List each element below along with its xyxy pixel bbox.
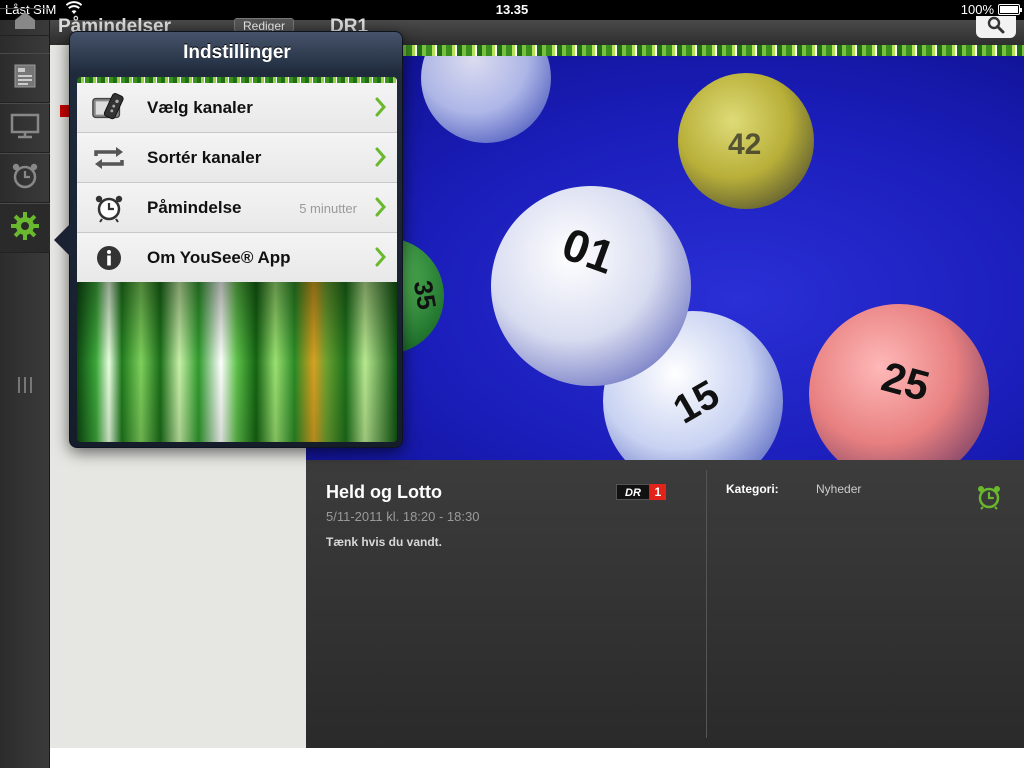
search-button[interactable] bbox=[976, 16, 1016, 38]
sidebar-item-reminders[interactable] bbox=[0, 153, 50, 203]
menu-item-choose-channels[interactable]: Vælg kanaler bbox=[77, 83, 397, 133]
sidebar-item-settings[interactable] bbox=[0, 203, 50, 253]
menu-item-label: Sortér kanaler bbox=[147, 148, 262, 167]
sidebar-item-tv[interactable] bbox=[0, 103, 50, 153]
menu-item-sort-channels[interactable]: Sortér kanaler bbox=[77, 133, 397, 183]
chevron-right-icon bbox=[375, 197, 387, 222]
clock: 13.35 bbox=[495, 2, 529, 17]
sidebar-item-home[interactable] bbox=[0, 8, 50, 36]
drag-handle-icon[interactable] bbox=[16, 376, 34, 399]
battery-icon bbox=[998, 4, 1022, 15]
program-description: Tænk hvis du vandt. bbox=[326, 535, 443, 549]
tv-remote-icon bbox=[91, 91, 127, 125]
set-reminder-button[interactable] bbox=[976, 484, 1002, 515]
program-details: Held og Lotto 5/11-2011 kl. 18:20 - 18:3… bbox=[306, 460, 1024, 748]
settings-popover: Indstillinger Vælg kanaler Sortér kanale… bbox=[54, 31, 403, 448]
menu-item-about[interactable]: Om YouSee® App bbox=[77, 233, 397, 283]
decorative-stripe bbox=[306, 45, 1024, 56]
chevron-right-icon bbox=[375, 147, 387, 172]
channel-logo-number: 1 bbox=[649, 484, 666, 500]
lotto-ball bbox=[491, 186, 691, 386]
chevron-right-icon bbox=[375, 97, 387, 122]
sidebar bbox=[0, 8, 50, 768]
popover-arrow bbox=[54, 224, 70, 256]
settings-menu: Vælg kanaler Sortér kanaler Påmindelse 5… bbox=[77, 83, 397, 283]
menu-item-label: Vælg kanaler bbox=[147, 98, 253, 117]
ball-number: 35 bbox=[408, 278, 443, 312]
category-label: Kategori: bbox=[726, 482, 779, 496]
edit-button[interactable]: Rediger bbox=[234, 18, 295, 33]
sidebar-item-tv-guide[interactable] bbox=[0, 53, 50, 103]
chevron-right-icon bbox=[375, 247, 387, 272]
divider bbox=[706, 470, 707, 738]
sort-arrows-icon bbox=[91, 141, 127, 175]
program-title: Held og Lotto bbox=[326, 482, 442, 502]
popover-title: Indstillinger bbox=[183, 42, 291, 63]
channel-logo-text: DR bbox=[616, 484, 650, 500]
info-icon bbox=[91, 241, 127, 275]
search-icon bbox=[987, 16, 1005, 39]
home-icon bbox=[12, 11, 38, 34]
category-value: Nyheder bbox=[816, 482, 862, 496]
menu-item-value: 5 minutter bbox=[299, 201, 357, 216]
alarm-clock-icon bbox=[91, 191, 127, 225]
alarm-clock-icon bbox=[976, 486, 1002, 514]
monitor-icon bbox=[10, 113, 40, 144]
alarm-clock-icon bbox=[11, 162, 39, 195]
gear-icon bbox=[10, 211, 40, 246]
ball-number: 42 bbox=[728, 128, 761, 161]
decorative-background bbox=[77, 282, 397, 442]
popover-content: Vælg kanaler Sortér kanaler Påmindelse 5… bbox=[77, 77, 397, 442]
bottom-strip bbox=[50, 748, 1024, 768]
program-image: 42 35 15 25 01 bbox=[306, 56, 1024, 460]
menu-item-label: Påmindelse bbox=[147, 198, 242, 217]
program-time: 5/11-2011 kl. 18:20 - 18:30 bbox=[326, 509, 480, 524]
lotto-ball bbox=[421, 56, 551, 143]
menu-item-label: Om YouSee® App bbox=[147, 248, 291, 267]
tv-guide-icon bbox=[13, 63, 37, 94]
channel-logo: DR 1 bbox=[616, 484, 666, 500]
menu-item-reminder[interactable]: Påmindelse 5 minutter bbox=[77, 183, 397, 233]
